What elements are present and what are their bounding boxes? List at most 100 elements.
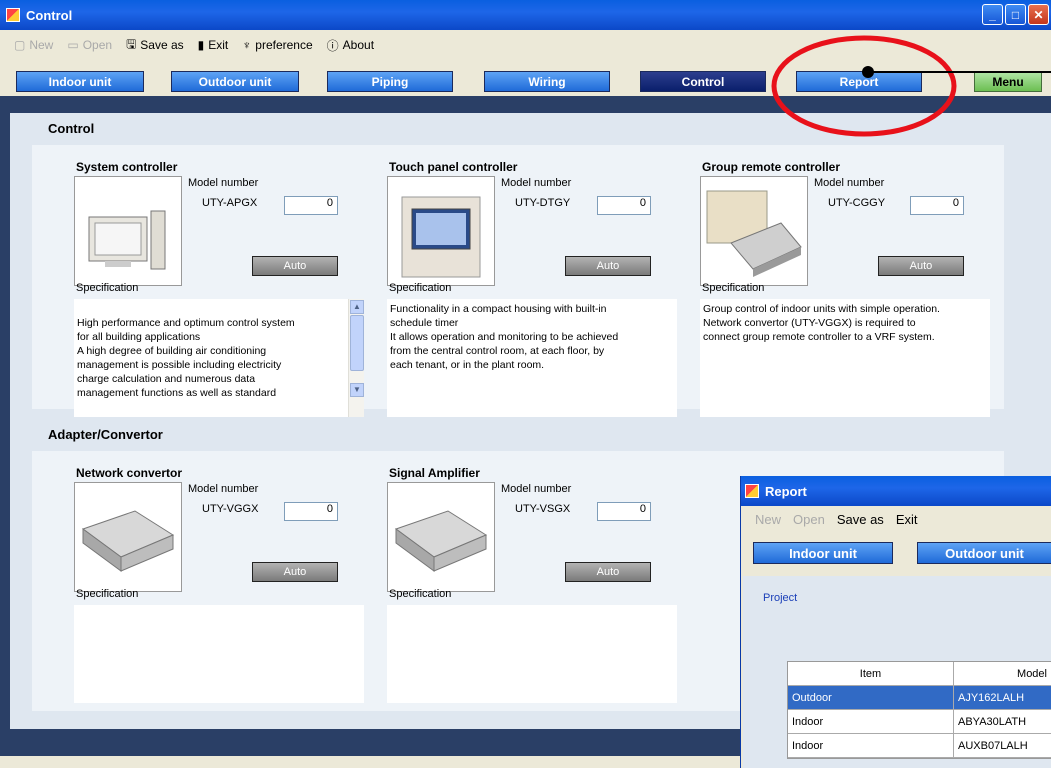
signal-amplifier-card: Signal Amplifier Model number UTY-VSGX 0… xyxy=(385,466,677,706)
menu-about[interactable]: ⓘ About xyxy=(327,37,374,54)
grid-cell-model: ABYA30LATH xyxy=(958,715,1027,728)
window-title: Control xyxy=(26,7,73,23)
menu-preference[interactable]: ♆ preference xyxy=(242,38,312,52)
table-row[interactable]: Outdoor AJY162LALH xyxy=(788,686,1051,710)
grid-header-item[interactable]: Item xyxy=(788,662,954,685)
nav-report[interactable]: Report xyxy=(796,71,922,92)
system-controller-image xyxy=(74,176,182,286)
report-app-icon xyxy=(745,484,759,498)
window-titlebar: Control _ □ ✕ xyxy=(0,0,1051,30)
control-section-label: Control xyxy=(48,121,95,136)
nav-indoor-unit[interactable]: Indoor unit xyxy=(16,71,144,92)
model-number-value: UTY-APGX xyxy=(202,197,258,209)
menu-new[interactable]: ▢ New xyxy=(14,38,53,52)
specification-label: Specification xyxy=(76,588,139,600)
quantity-input[interactable]: 0 xyxy=(284,502,338,521)
auto-button[interactable]: Auto xyxy=(252,256,338,276)
specification-body: High performance and optimum control sys… xyxy=(77,317,295,399)
model-number-label: Model number xyxy=(814,177,885,189)
group-remote-controller-card: Group remote controller Model number UTY… xyxy=(698,160,990,420)
quantity-input[interactable]: 0 xyxy=(597,196,651,215)
menu-exit-label: Exit xyxy=(208,38,229,52)
app-icon xyxy=(6,8,20,22)
nav-piping[interactable]: Piping xyxy=(327,71,453,92)
report-nav-outdoor-unit[interactable]: Outdoor unit xyxy=(917,542,1051,564)
grid-cell-item: Indoor xyxy=(788,734,954,757)
group-remote-image xyxy=(700,176,808,286)
card-name: Touch panel controller xyxy=(389,160,518,174)
report-nav-indoor-unit[interactable]: Indoor unit xyxy=(753,542,893,564)
nav-wiring[interactable]: Wiring xyxy=(484,71,610,92)
model-number-value: UTY-CGGY xyxy=(828,197,886,209)
model-number-label: Model number xyxy=(188,483,259,495)
nav-bar: Indoor unit Outdoor unit Piping Wiring C… xyxy=(0,62,1051,94)
table-row[interactable]: Indoor AUXB07LALH xyxy=(788,734,1051,758)
report-title: Report xyxy=(765,483,807,499)
menu-open[interactable]: ▭ Open xyxy=(67,38,112,52)
auto-button[interactable]: Auto xyxy=(252,562,338,582)
card-name: System controller xyxy=(76,160,178,174)
specification-label: Specification xyxy=(76,282,139,294)
auto-button[interactable]: Auto xyxy=(878,256,964,276)
report-menu-save-as[interactable]: Save as xyxy=(837,512,884,527)
menu-about-label: About xyxy=(342,38,375,52)
nav-outdoor-unit[interactable]: Outdoor unit xyxy=(171,71,299,92)
specification-text: Group control of indoor units with simpl… xyxy=(700,299,990,417)
maximize-button[interactable]: □ xyxy=(1005,4,1026,25)
grid-header-model[interactable]: Model xyxy=(954,662,1051,685)
specification-label: Specification xyxy=(389,588,452,600)
signal-amplifier-image xyxy=(387,482,495,592)
touch-panel-controller-card: Touch panel controller Model number UTY-… xyxy=(385,160,677,420)
menu-save-as-label: Save as xyxy=(140,38,184,52)
network-convertor-card: Network convertor Model number UTY-VGGX … xyxy=(72,466,364,706)
model-number-value: UTY-VGGX xyxy=(202,503,259,515)
info-icon: ⓘ xyxy=(326,38,339,53)
report-window: Report New Open Save as Exit Indoor unit… xyxy=(740,476,1051,768)
report-grid[interactable]: Item Model Outdoor AJY162LALH Indoor ABY… xyxy=(787,661,1051,759)
model-number-label: Model number xyxy=(188,177,259,189)
minimize-button[interactable]: _ xyxy=(982,4,1003,25)
close-button[interactable]: ✕ xyxy=(1028,4,1049,25)
report-menu-open[interactable]: Open xyxy=(793,512,825,527)
spec-scrollbar[interactable]: ▲ ▼ xyxy=(348,299,364,417)
report-body: Project Item Model Outdoor AJY162LALH In… xyxy=(743,576,1051,768)
quantity-input[interactable]: 0 xyxy=(597,502,651,521)
quantity-input[interactable]: 0 xyxy=(910,196,964,215)
specification-text: High performance and optimum control sys… xyxy=(74,299,364,417)
menu-exit[interactable]: ▮ Exit xyxy=(198,38,229,52)
adapter-section-label: Adapter/Convertor xyxy=(48,427,163,442)
menubar: ▢ New ▭ Open 🖫 Save as ▮ Exit ♆ preference ⓘ A… xyxy=(0,30,1051,60)
scroll-up-icon[interactable]: ▲ xyxy=(350,300,364,314)
report-titlebar: Report xyxy=(741,476,1051,506)
grid-cell-model: AUXB07LALH xyxy=(958,739,1028,752)
specification-text xyxy=(387,605,677,703)
card-name: Network convertor xyxy=(76,466,183,480)
report-menu-new[interactable]: New xyxy=(755,512,781,527)
menu-open-label: Open xyxy=(82,38,113,52)
quantity-input[interactable]: 0 xyxy=(284,196,338,215)
menu-save-as[interactable]: 🖫 Save as xyxy=(126,35,184,56)
project-label: Project xyxy=(763,592,798,604)
nav-control[interactable]: Control xyxy=(640,71,766,92)
window-controls: _ □ ✕ xyxy=(982,4,1049,25)
save-icon: 🖫 xyxy=(126,36,137,51)
menu-preference-label: preference xyxy=(255,38,313,52)
scroll-down-icon[interactable]: ▼ xyxy=(350,383,364,397)
nav-menu[interactable]: Menu xyxy=(974,71,1042,92)
specification-text xyxy=(74,605,364,703)
touch-panel-image xyxy=(387,176,495,286)
table-row[interactable]: Indoor ABYA30LATH xyxy=(788,710,1051,734)
preference-icon: ♆ xyxy=(242,38,252,52)
auto-button[interactable]: Auto xyxy=(565,256,651,276)
model-number-value: UTY-VSGX xyxy=(515,503,571,515)
report-menubar: New Open Save as Exit xyxy=(741,506,1051,532)
system-controller-card: System controller Model number UTY-APGX … xyxy=(72,160,364,420)
grid-cell-item: Indoor xyxy=(788,710,954,733)
network-convertor-image xyxy=(74,482,182,592)
specification-label: Specification xyxy=(389,282,452,294)
scroll-thumb[interactable] xyxy=(350,315,364,371)
exit-icon: ▮ xyxy=(197,38,205,52)
auto-button[interactable]: Auto xyxy=(565,562,651,582)
report-menu-exit[interactable]: Exit xyxy=(896,512,918,527)
model-number-label: Model number xyxy=(501,483,572,495)
